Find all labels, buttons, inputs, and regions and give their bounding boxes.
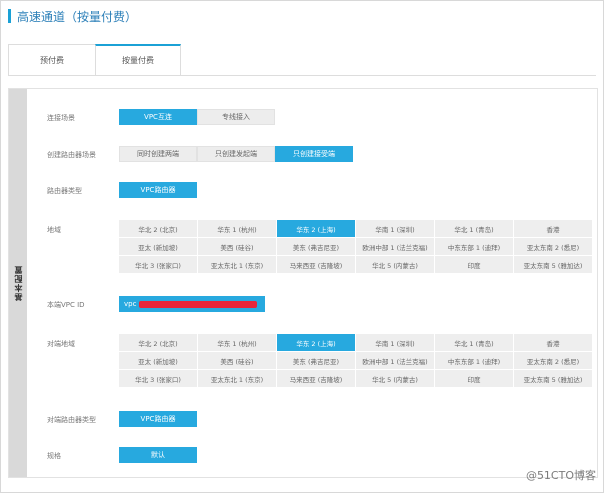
connection-scenario-label: 连接场景 — [47, 114, 75, 122]
peer-region-grid: 华北 2 (北京) 华东 1 (杭州) 华东 2 (上海) 华南 1 (深圳) … — [119, 334, 592, 387]
region-cell[interactable]: 欧洲中部 1 (法兰克福) — [356, 238, 434, 255]
option-leased-line[interactable]: 专线接入 — [197, 109, 275, 125]
option-create-initiator[interactable]: 只创建发起端 — [197, 146, 275, 162]
basic-config-panel: 基本配置 连接场景 VPC互连 专线接入 创建路由器场景 同时创建两端 只创建发… — [8, 88, 598, 478]
tab-prepaid[interactable]: 预付费 — [8, 44, 96, 76]
region-cell[interactable]: 马来西亚 (吉隆坡) — [277, 256, 355, 273]
peer-router-type-vpc-router[interactable]: VPC路由器 — [119, 411, 197, 427]
spec-default[interactable]: 默认 — [119, 447, 197, 463]
region-cell[interactable]: 亚太东南 5 (雅加达) — [514, 256, 592, 273]
peer-region-cell[interactable]: 亚太东南 5 (雅加达) — [514, 370, 592, 387]
peer-region-cell[interactable]: 华北 1 (青岛) — [435, 334, 513, 351]
option-create-acceptor[interactable]: 只创建接受端 — [275, 146, 353, 162]
peer-region-cell[interactable]: 亚太 (新加坡) — [119, 352, 197, 369]
peer-region-cell[interactable]: 华南 1 (深圳) — [356, 334, 434, 351]
peer-region-cell[interactable]: 亚太东北 1 (东京) — [198, 370, 276, 387]
peer-region-cell[interactable]: 印度 — [435, 370, 513, 387]
page-header: 高速通道（按量付费） — [8, 8, 137, 24]
peer-region-cell[interactable]: 美西 (硅谷) — [198, 352, 276, 369]
spec-label: 规格 — [47, 452, 61, 460]
region-cell[interactable]: 美东 (弗吉尼亚) — [277, 238, 355, 255]
side-label: 基本配置 — [13, 265, 23, 301]
redaction-mark — [139, 301, 257, 308]
region-cell[interactable]: 亚太东南 2 (悉尼) — [514, 238, 592, 255]
peer-region-cell[interactable]: 香港 — [514, 334, 592, 351]
side-label-strip: 基本配置 — [9, 89, 27, 477]
peer-region-cell[interactable]: 华北 2 (北京) — [119, 334, 197, 351]
option-create-both[interactable]: 同时创建两端 — [119, 146, 197, 162]
router-type-label: 路由器类型 — [47, 187, 82, 195]
region-cell[interactable]: 华北 1 (青岛) — [435, 220, 513, 237]
peer-region-cell-selected[interactable]: 华东 2 (上海) — [277, 334, 355, 351]
region-cell-selected[interactable]: 华东 2 (上海) — [277, 220, 355, 237]
region-cell[interactable]: 华北 3 (张家口) — [119, 256, 197, 273]
title-accent-bar — [8, 9, 11, 23]
tabs-divider — [8, 75, 596, 76]
peer-region-cell[interactable]: 华北 5 (内蒙古) — [356, 370, 434, 387]
local-vpc-id-value: vpc — [124, 300, 137, 308]
peer-router-type-label: 对端路由器类型 — [47, 416, 96, 424]
peer-region-cell[interactable]: 亚太东南 2 (悉尼) — [514, 352, 592, 369]
region-cell[interactable]: 美西 (硅谷) — [198, 238, 276, 255]
region-cell[interactable]: 亚太 (新加坡) — [119, 238, 197, 255]
local-vpc-id-label: 本端VPC ID — [47, 301, 85, 309]
billing-tabs: 预付费 按量付费 — [8, 44, 181, 76]
local-vpc-id-field[interactable]: vpc — [119, 296, 265, 312]
region-cell[interactable]: 华南 1 (深圳) — [356, 220, 434, 237]
peer-region-cell[interactable]: 欧洲中部 1 (法兰克福) — [356, 352, 434, 369]
region-cell[interactable]: 华北 2 (北京) — [119, 220, 197, 237]
region-cell[interactable]: 亚太东北 1 (东京) — [198, 256, 276, 273]
region-cell[interactable]: 中东东部 1 (迪拜) — [435, 238, 513, 255]
peer-region-cell[interactable]: 美东 (弗吉尼亚) — [277, 352, 355, 369]
region-grid: 华北 2 (北京) 华东 1 (杭州) 华东 2 (上海) 华南 1 (深圳) … — [119, 220, 592, 273]
tab-pay-as-you-go[interactable]: 按量付费 — [95, 44, 181, 76]
region-cell[interactable]: 印度 — [435, 256, 513, 273]
peer-region-cell[interactable]: 华东 1 (杭州) — [198, 334, 276, 351]
peer-region-cell[interactable]: 中东东部 1 (迪拜) — [435, 352, 513, 369]
peer-region-cell[interactable]: 马来西亚 (吉隆坡) — [277, 370, 355, 387]
peer-region-label: 对端地域 — [47, 340, 75, 348]
create-router-scenario-label: 创建路由器场景 — [47, 151, 96, 159]
region-label: 地域 — [47, 226, 61, 234]
peer-region-cell[interactable]: 华北 3 (张家口) — [119, 370, 197, 387]
region-cell[interactable]: 香港 — [514, 220, 592, 237]
router-type-vpc-router[interactable]: VPC路由器 — [119, 182, 197, 198]
region-cell[interactable]: 华北 5 (内蒙古) — [356, 256, 434, 273]
watermark: @51CTO博客 — [525, 469, 596, 482]
page-title: 高速通道（按量付费） — [17, 9, 138, 24]
option-vpc-interconnect[interactable]: VPC互连 — [119, 109, 197, 125]
region-cell[interactable]: 华东 1 (杭州) — [198, 220, 276, 237]
